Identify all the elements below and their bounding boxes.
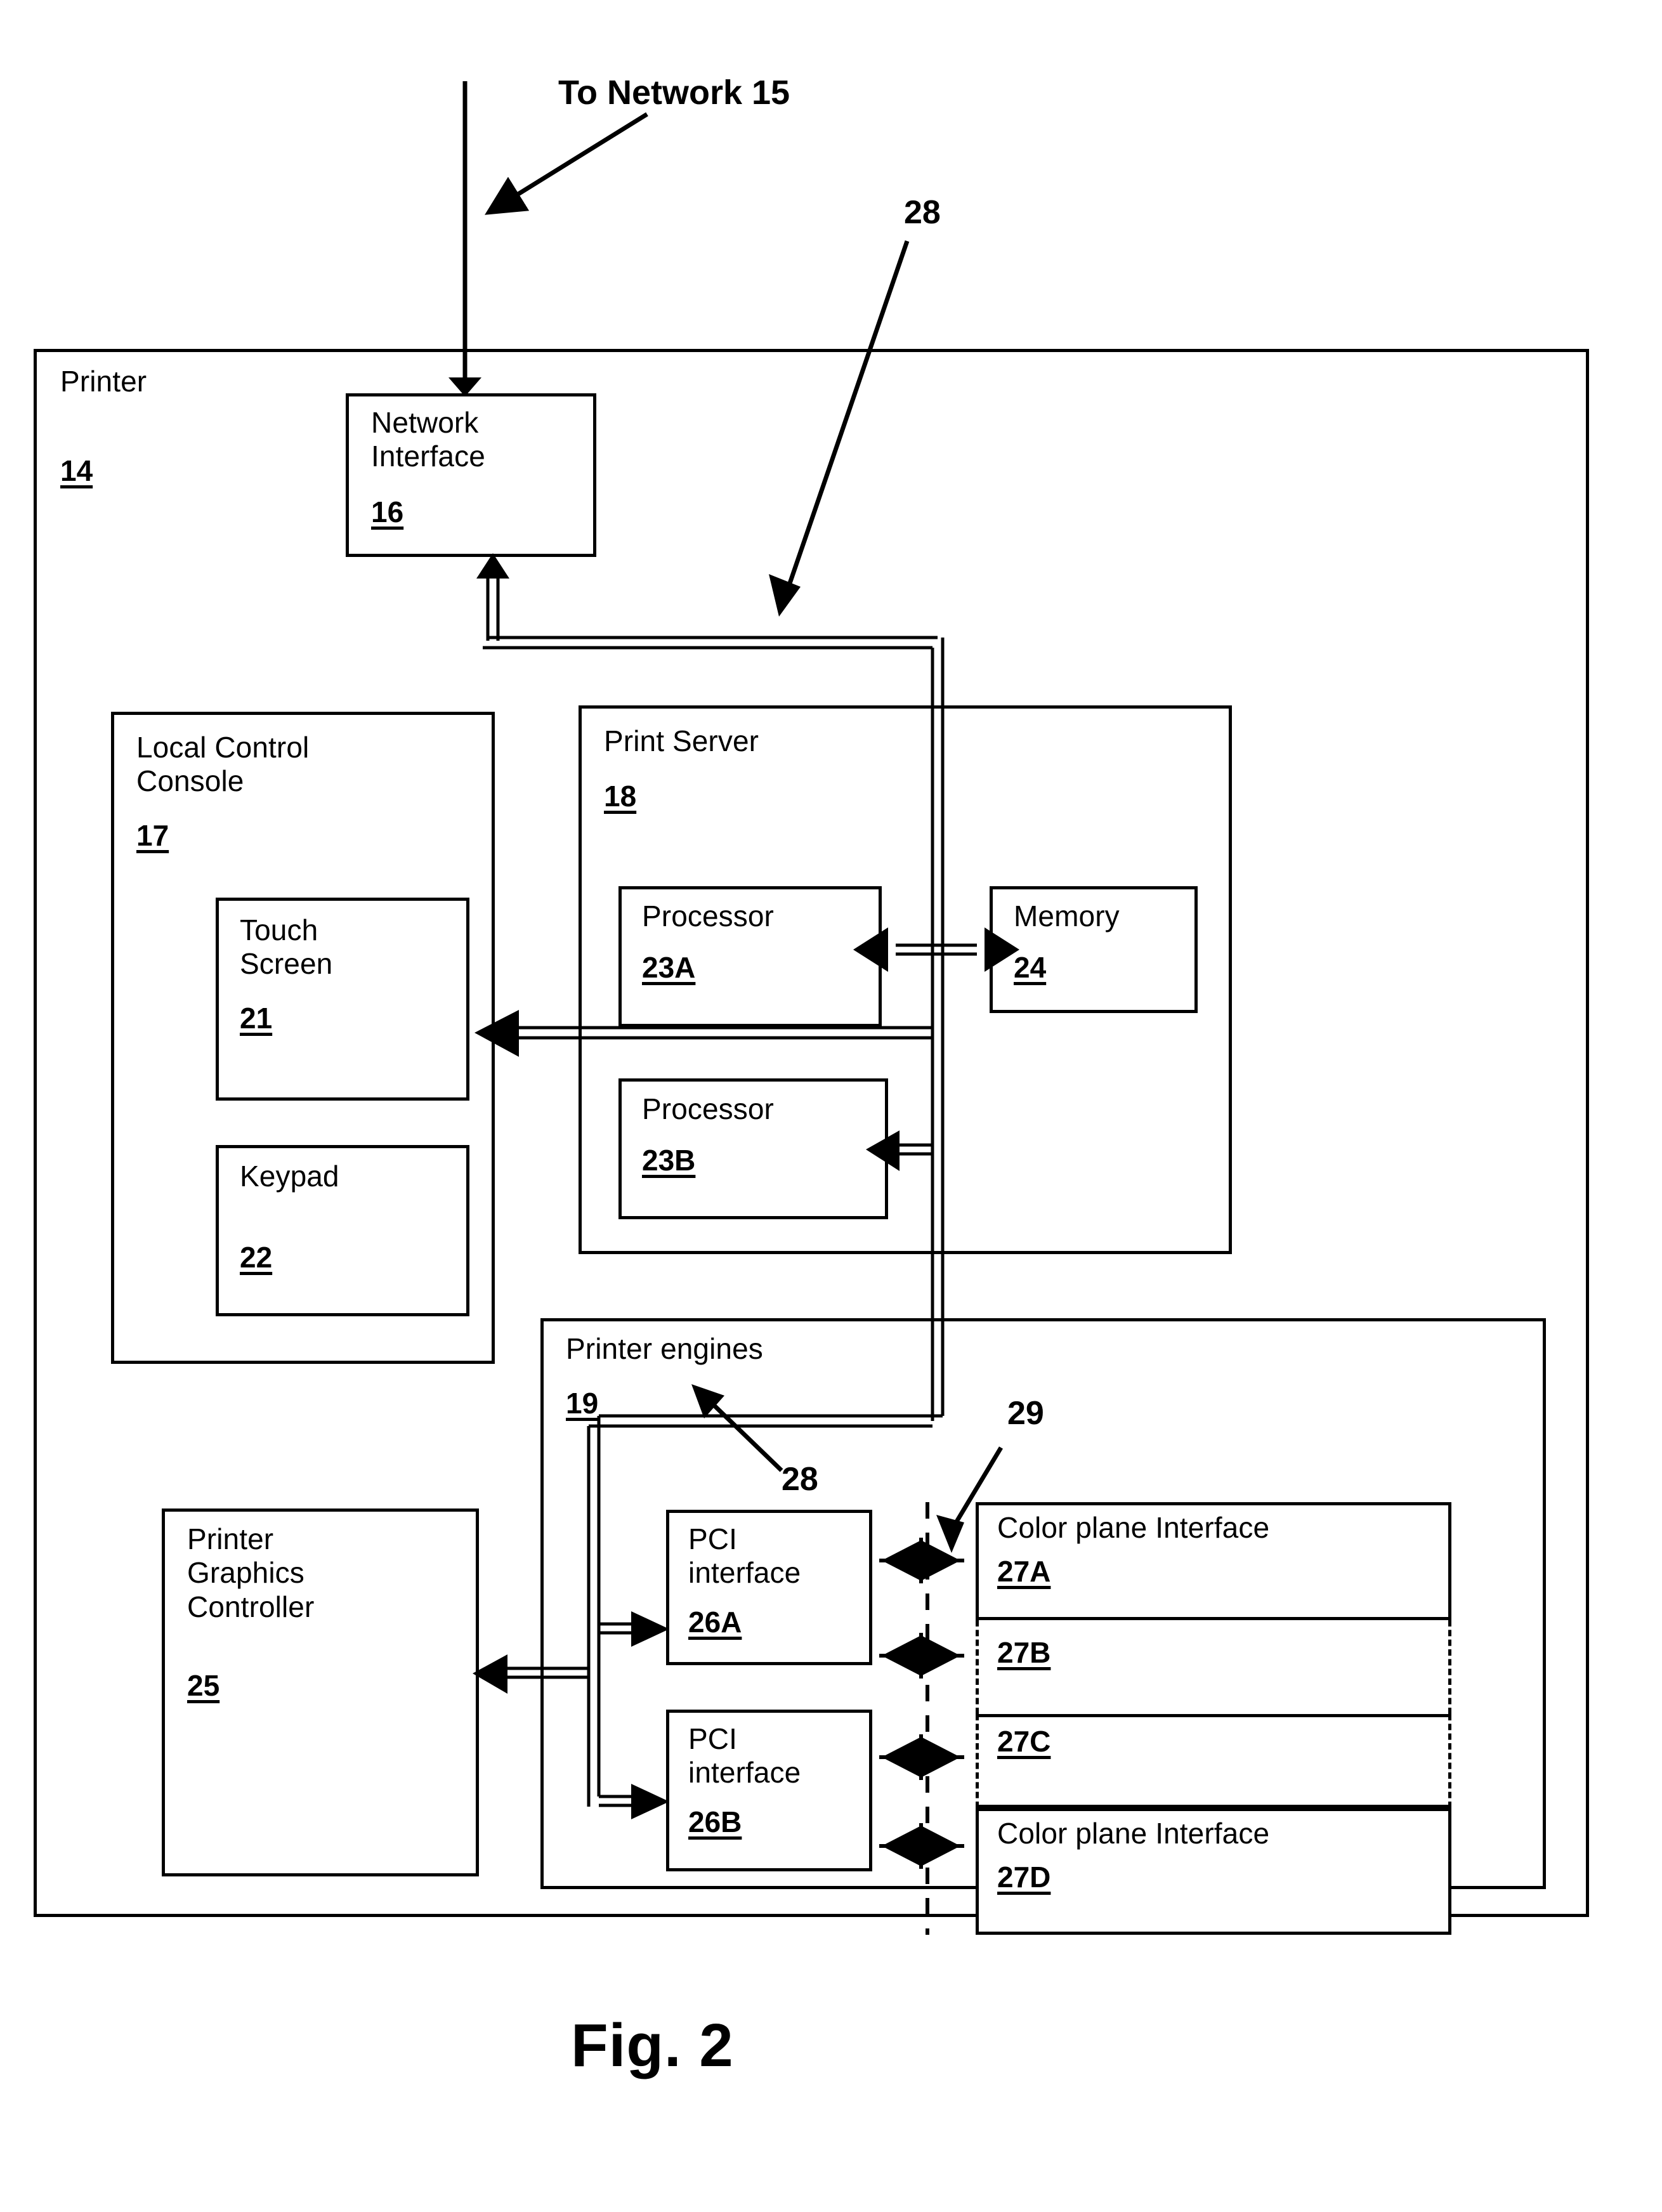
color-plane-interface-a-ref: 27A bbox=[997, 1555, 1051, 1588]
processor-a-title: Processor bbox=[642, 900, 774, 933]
touch-screen-title: Touch Screen bbox=[240, 913, 333, 981]
callout-28-engines: 28 bbox=[782, 1461, 818, 1498]
printer-title: Printer bbox=[60, 365, 147, 398]
pci-interface-b-ref: 26B bbox=[688, 1805, 742, 1838]
processor-b-ref: 23B bbox=[642, 1144, 696, 1177]
color-plane-interface-d-ref: 27D bbox=[997, 1861, 1051, 1894]
memory-ref: 24 bbox=[1014, 951, 1047, 984]
to-network-leader-arrow bbox=[485, 112, 648, 215]
keypad-ref: 22 bbox=[240, 1241, 273, 1274]
memory-title: Memory bbox=[1014, 900, 1120, 933]
keypad-title: Keypad bbox=[240, 1160, 339, 1193]
pci-interface-b-title: PCI interface bbox=[688, 1722, 801, 1790]
network-interface-ref: 16 bbox=[371, 495, 404, 528]
color-plane-interface-c-ref: 27C bbox=[997, 1725, 1051, 1758]
print-server-ref: 18 bbox=[604, 780, 637, 813]
printer-engines-title: Printer engines bbox=[566, 1332, 763, 1365]
figure-caption: Fig. 2 bbox=[571, 2012, 734, 2079]
network-interface-title: Network Interface bbox=[371, 406, 485, 473]
printer-ref: 14 bbox=[60, 454, 93, 487]
callout-29: 29 bbox=[1007, 1395, 1044, 1432]
printer-graphics-controller-ref: 25 bbox=[187, 1669, 220, 1702]
local-control-console-ref: 17 bbox=[136, 819, 169, 852]
print-server-title: Print Server bbox=[604, 724, 759, 757]
figure-canvas: To Network 15 28 Printer 14 Network Inte… bbox=[0, 0, 1662, 2212]
printer-graphics-controller-title: Printer Graphics Controller bbox=[187, 1522, 315, 1623]
processor-b-title: Processor bbox=[642, 1092, 774, 1125]
pci-interface-a-title: PCI interface bbox=[688, 1522, 801, 1590]
color-plane-interface-d-title: Color plane Interface bbox=[997, 1817, 1270, 1850]
callout-28-top: 28 bbox=[904, 194, 941, 231]
processor-a-ref: 23A bbox=[642, 951, 696, 984]
color-plane-interface-b-ref: 27B bbox=[997, 1636, 1051, 1669]
color-plane-interface-a-title: Color plane Interface bbox=[997, 1511, 1270, 1544]
to-network-label: To Network 15 bbox=[558, 74, 790, 112]
printer-engines-ref: 19 bbox=[566, 1387, 599, 1420]
pci-interface-a-ref: 26A bbox=[688, 1606, 742, 1639]
touch-screen-ref: 21 bbox=[240, 1002, 273, 1035]
local-control-console-title: Local Control Console bbox=[136, 731, 310, 798]
